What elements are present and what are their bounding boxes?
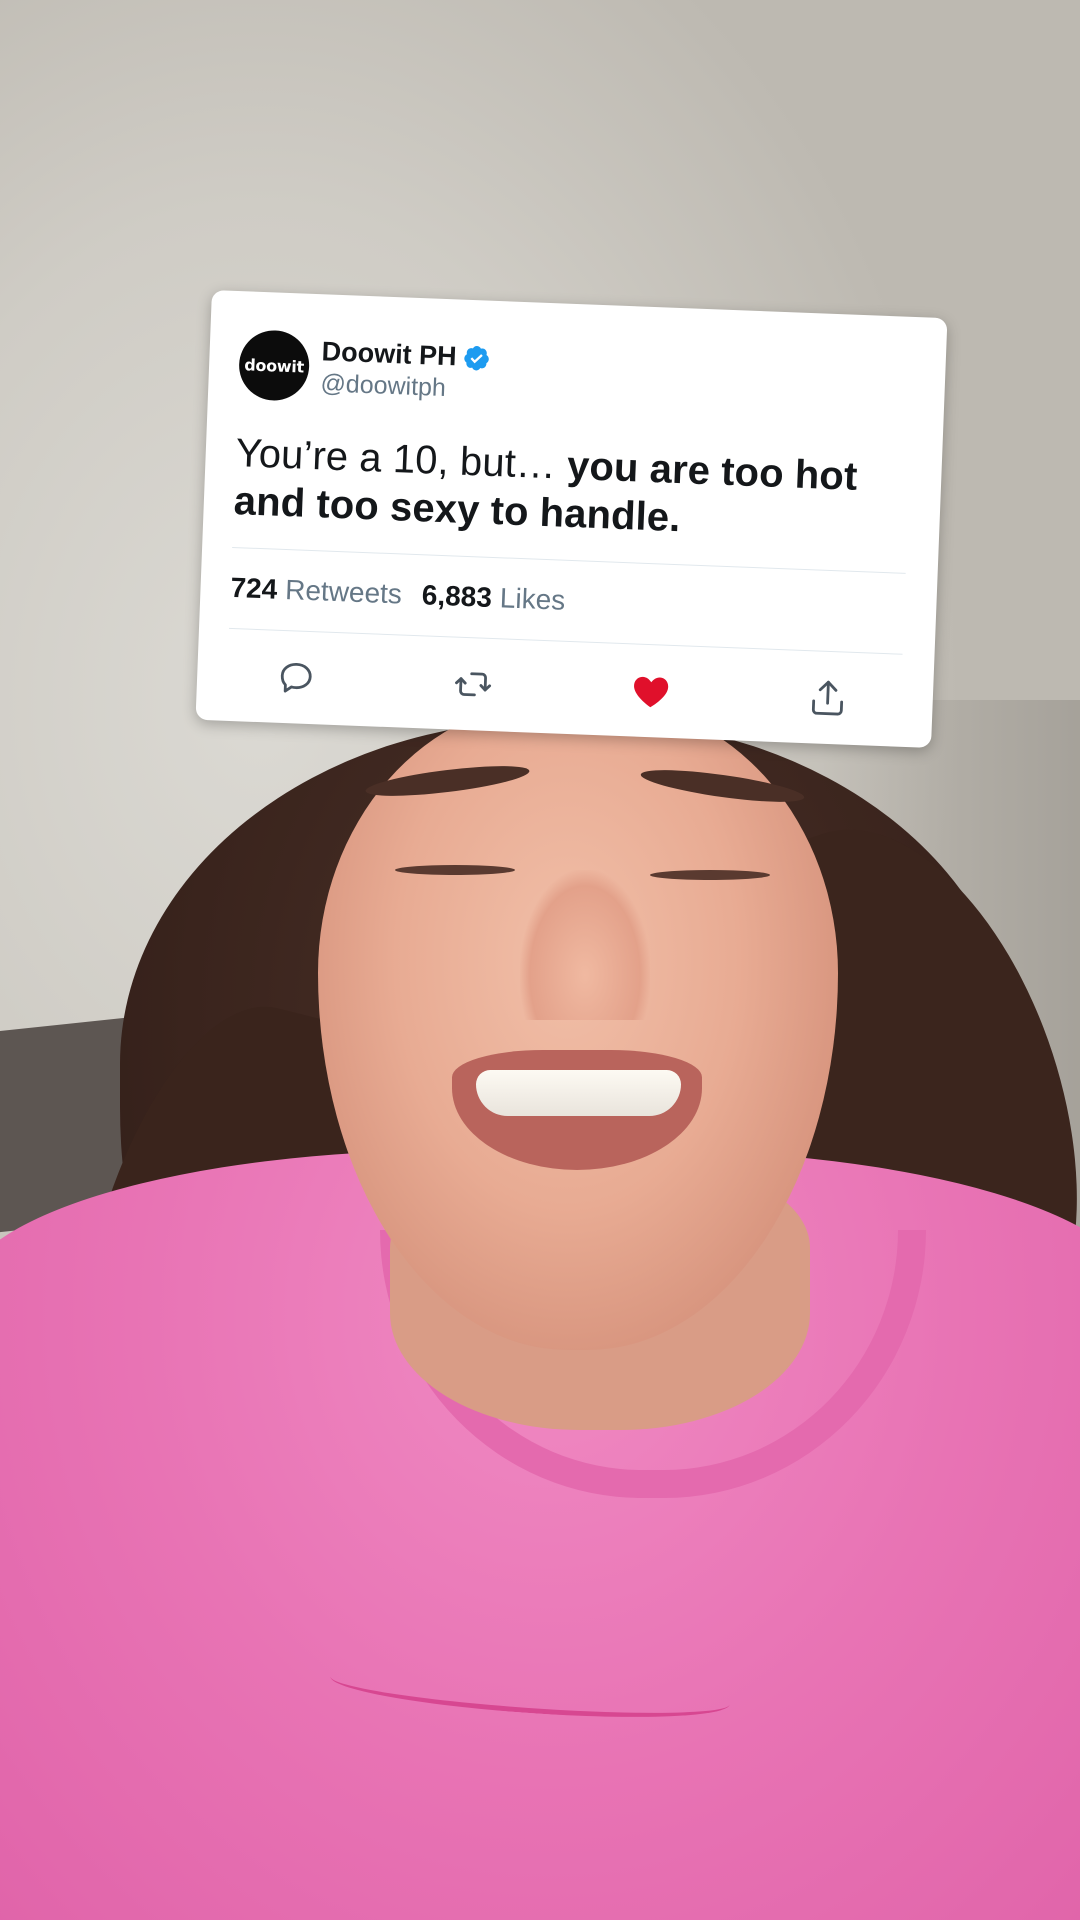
name-row: Doowit PH <box>321 336 491 373</box>
nose <box>520 870 650 1020</box>
left-eye <box>395 865 515 875</box>
likes-count: 6,883 <box>421 579 493 613</box>
share-icon[interactable] <box>806 676 850 720</box>
tweet-text-normal: You’re a 10, but… <box>234 431 569 488</box>
retweets-count: 724 <box>230 571 278 605</box>
retweets-label: Retweets <box>284 574 403 610</box>
author-avatar: doowit <box>237 329 311 402</box>
right-eye <box>650 870 770 880</box>
tweet-text: You’re a 10, but… you are too hot and to… <box>233 429 910 551</box>
heart-icon[interactable] <box>629 669 673 713</box>
reply-icon[interactable] <box>274 656 318 700</box>
camera-background <box>0 0 1080 1920</box>
tweet-sticker[interactable]: doowit Doowit PH @doowitph You’re a 10, … <box>195 290 948 748</box>
likes-label: Likes <box>499 582 566 616</box>
tweet-author-row: doowit Doowit PH @doowitph <box>237 329 914 425</box>
author-handle: @doowitph <box>319 369 447 403</box>
avatar-logo-text: doowit <box>244 354 305 377</box>
verified-badge-icon <box>462 343 491 372</box>
author-meta: Doowit PH @doowitph <box>320 336 491 404</box>
author-display-name: Doowit PH <box>321 336 458 372</box>
retweet-icon[interactable] <box>452 663 496 707</box>
teeth <box>476 1070 681 1116</box>
